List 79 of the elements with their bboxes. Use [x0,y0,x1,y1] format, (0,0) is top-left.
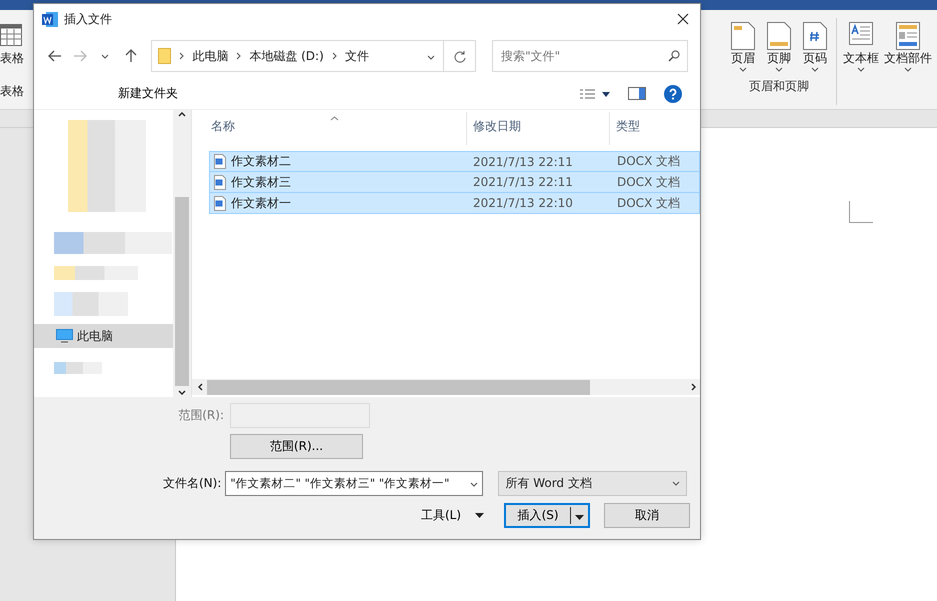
file-row[interactable]: 作文素材三 2021/7/13 22:11 DOCX 文档 [209,172,700,193]
search-icon [668,50,680,62]
chevron-icon [236,52,242,60]
ribbon-label[interactable]: 表格 [0,50,24,67]
breadcrumb-item[interactable]: 此电脑 [192,48,228,64]
range-label: 范围(R): [178,406,224,424]
file-type: DOCX 文档 [616,194,682,212]
forward-arrow-icon [72,50,87,62]
ribbon-label: 表格 [0,83,24,100]
list-view-icon [580,88,610,98]
file-name-field[interactable]: "作文素材二" "作文素材三" "作文素材一" [225,470,484,496]
ribbon-button[interactable]: 页码 [798,18,832,76]
modified-date: 2021/7/13 22:10 [472,196,574,210]
ribbon-button[interactable]: 文档部件 [883,18,933,76]
header-page-icon [731,22,755,50]
word-document-icon [214,154,226,169]
horizontal-scrollbar[interactable] [192,379,700,395]
file-type: DOCX 文档 [616,153,682,170]
ribbon-group-label: 页眉和页脚 [749,78,809,95]
insert-button[interactable]: 插入(S) [504,503,590,528]
address-bar[interactable]: 此电脑 本地磁盘 (D:) 文件 [151,40,476,72]
scroll-down-icon [178,390,186,395]
cancel-button[interactable]: 取消 [604,503,690,528]
caret-icon [857,67,865,72]
file-row[interactable]: 作文素材二 2021/7/13 22:11 DOCX 文档 [209,151,700,172]
file-type-dropdown[interactable]: 所有 Word 文档 [498,470,688,496]
breadcrumb-item[interactable]: 本地磁盘 (D:) [249,48,324,64]
help-icon [664,84,682,102]
caret-icon [101,54,110,58]
computer-icon [56,329,73,343]
page-number-icon [803,22,827,50]
caret-icon [575,514,584,520]
close-icon [677,13,689,25]
modified-date: 2021/7/13 22:11 [472,154,574,168]
folder-icon [158,48,172,64]
preview-pane-icon [628,87,646,100]
range-button[interactable]: 范围(R)... [230,434,363,458]
refresh-icon [454,50,466,62]
breadcrumb-item[interactable]: 文件 [344,48,369,64]
file-row[interactable]: 作文素材一 2021/7/13 22:10 DOCX 文档 [209,193,700,214]
scroll-right-icon [691,383,696,391]
scroll-left-icon [198,383,203,391]
caret-icon [904,67,912,72]
dropdown-icon [672,480,680,486]
footer-page-icon [767,22,791,50]
modified-date: 2021/7/13 22:11 [472,175,574,189]
scroll-up-icon [178,112,186,117]
file-type: DOCX 文档 [616,174,682,190]
sort-caret-icon [330,116,339,121]
vertical-scrollbar[interactable] [173,110,191,397]
nav-item[interactable]: 此电脑 [34,324,173,348]
dropdown-icon [427,55,436,60]
back-arrow-icon [48,50,62,62]
dropdown-icon [470,482,478,487]
up-arrow-icon [124,49,137,63]
caret-icon [475,513,484,518]
document-parts-icon [896,22,920,50]
margin-corner-mark [849,201,873,223]
word-document-icon [214,174,226,190]
ribbon-button[interactable]: 文本框 [841,18,881,76]
ribbon-button[interactable]: 页眉 [726,18,760,76]
chevron-icon [179,52,184,60]
file-name: 作文素材一 [231,194,291,212]
file-name: 作文素材二 [231,153,291,170]
word-document-icon [214,196,226,210]
window-title: 插入文件 [64,10,113,28]
ribbon-button[interactable]: 页脚 [762,18,796,76]
file-name-label: 文件名(N): [163,474,222,492]
caret-icon [811,67,819,72]
search-field[interactable]: 搜索"文件" [492,40,688,72]
column-header[interactable]: 修改日期 [467,112,610,145]
chevron-icon [332,52,337,60]
column-header[interactable]: 名称 [209,112,467,145]
tools-button[interactable]: 工具(L) [415,503,490,528]
word-app-icon [42,12,58,26]
file-name: 作文素材三 [231,174,291,190]
caret-icon [739,67,747,72]
column-header[interactable]: 类型 [610,112,700,145]
caret-icon [775,67,783,72]
